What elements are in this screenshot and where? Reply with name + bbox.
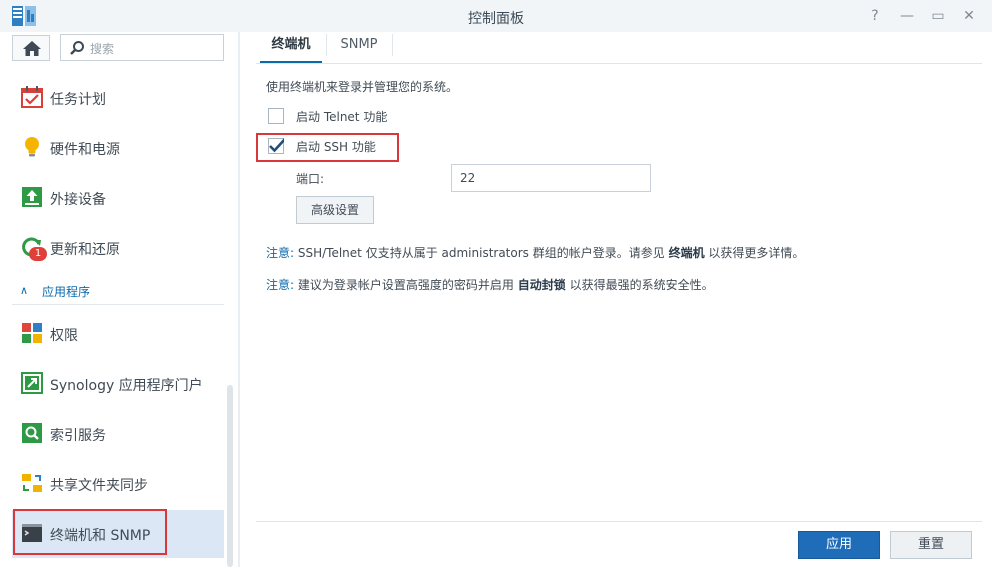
lightbulb-icon xyxy=(25,137,39,157)
sidebar-item-label: 硬件和电源 xyxy=(50,142,120,158)
ssh-highlight xyxy=(256,133,399,162)
portal-arrow-icon xyxy=(21,372,43,394)
upload-arrow-icon xyxy=(22,187,42,207)
sidebar-selection-highlight xyxy=(13,509,167,555)
home-icon xyxy=(23,41,41,56)
sidebar-item-hardware-power[interactable]: 硬件和电源 xyxy=(12,124,224,172)
sidebar-item-label: 权限 xyxy=(50,328,78,344)
telnet-label: 启动 Telnet 功能 xyxy=(296,110,388,124)
note-text: SSH/Telnet 仅支持从属于 administrators 群组的帐户登录… xyxy=(297,246,665,260)
update-count-badge: 1 xyxy=(29,247,47,261)
minimize-button[interactable]: — xyxy=(896,6,918,26)
sidebar-item-label: Synology 应用程序门户 xyxy=(50,378,203,394)
help-button[interactable]: ? xyxy=(864,6,886,26)
sidebar-item-task-scheduler[interactable]: 任务计划 xyxy=(12,74,224,122)
note-label: 注意: xyxy=(266,246,295,260)
sidebar-item-label: 外接设备 xyxy=(50,192,106,208)
sidebar-item-label: 任务计划 xyxy=(50,92,106,108)
note-label: 注意: xyxy=(266,278,295,292)
calendar-check-icon xyxy=(21,86,43,108)
search-index-icon xyxy=(22,423,42,443)
sidebar-item-label: 索引服务 xyxy=(50,428,106,444)
advanced-settings-button[interactable]: 高级设置 xyxy=(296,196,374,224)
terminal-description: 使用终端机来登录并管理您的系统。 xyxy=(266,80,459,94)
section-label: 应用程序 xyxy=(42,285,91,299)
close-button[interactable]: ✕ xyxy=(958,6,980,26)
sidebar-item-label: 共享文件夹同步 xyxy=(50,478,148,494)
note-password-security: 注意: 建议为登录帐户设置高强度的密码并启用 自动封锁 以获得最强的系统安全性。 xyxy=(266,276,714,293)
port-input[interactable] xyxy=(451,164,651,192)
terminal-help-link[interactable]: 终端机 xyxy=(669,246,705,260)
tab-snmp[interactable]: SNMP xyxy=(328,32,390,63)
home-button[interactable] xyxy=(12,35,50,61)
sidebar-item-external-devices[interactable]: 外接设备 xyxy=(12,174,224,222)
note-text: 以获得最强的系统安全性。 xyxy=(569,278,714,292)
port-label: 端口: xyxy=(296,172,325,186)
tab-bar: 终端机 SNMP xyxy=(256,32,982,64)
apply-button[interactable]: 应用 xyxy=(798,531,880,559)
auto-block-link[interactable]: 自动封锁 xyxy=(518,278,566,292)
title-bar: 控制面板 ? — ▭ ✕ xyxy=(0,0,992,32)
maximize-button[interactable]: ▭ xyxy=(927,6,949,26)
sidebar-item-label: 更新和还原 xyxy=(50,242,120,258)
folder-sync-icon xyxy=(22,474,42,492)
search-icon xyxy=(70,41,84,55)
sidebar-scrollbar[interactable] xyxy=(227,385,233,567)
sidebar-item-indexing-service[interactable]: 索引服务 xyxy=(12,410,224,458)
search-field[interactable]: 搜索 xyxy=(60,34,224,61)
sidebar-item-permissions[interactable]: 权限 xyxy=(12,310,224,358)
sidebar-item-app-portal[interactable]: Synology 应用程序门户 xyxy=(12,360,224,408)
sidebar-item-shared-folder-sync[interactable]: 共享文件夹同步 xyxy=(12,460,224,508)
permissions-grid-icon xyxy=(22,323,42,343)
reset-button[interactable]: 重置 xyxy=(890,531,972,559)
note-account-restriction: 注意: SSH/Telnet 仅支持从属于 administrators 群组的… xyxy=(266,244,804,261)
chevron-up-icon: ∧ xyxy=(20,284,29,297)
tab-divider xyxy=(392,34,393,56)
footer-divider xyxy=(256,521,982,522)
window-title: 控制面板 xyxy=(468,11,524,27)
search-placeholder: 搜索 xyxy=(90,42,115,56)
section-header-applications[interactable]: ∧ 应用程序 xyxy=(12,282,224,305)
tab-terminal[interactable]: 终端机 xyxy=(260,32,322,63)
telnet-checkbox[interactable] xyxy=(268,108,284,124)
note-text: 以获得更多详情。 xyxy=(708,246,805,260)
note-text: 建议为登录帐户设置高强度的密码并启用 xyxy=(297,278,514,292)
tab-divider xyxy=(326,34,327,56)
